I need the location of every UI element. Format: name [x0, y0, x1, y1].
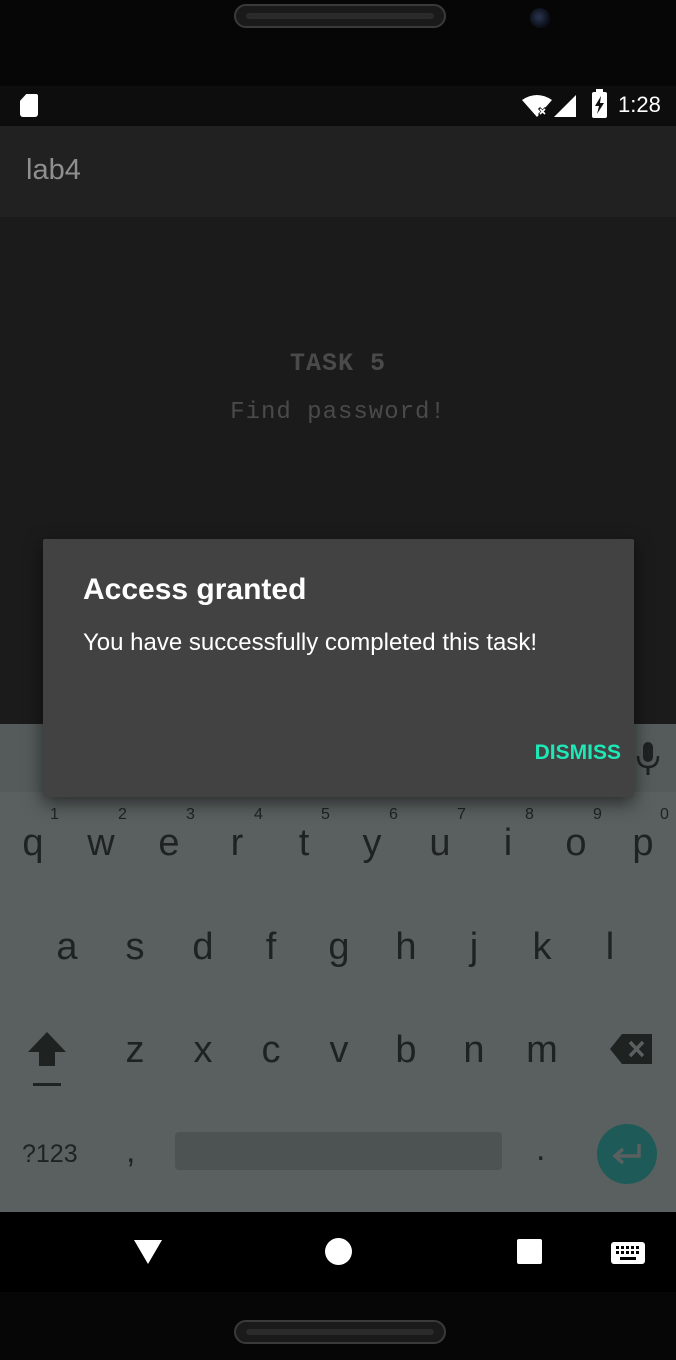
shift-indicator — [33, 1083, 61, 1086]
key-z[interactable]: z — [105, 1029, 165, 1072]
wifi-icon — [522, 95, 552, 117]
top-speaker — [234, 4, 446, 28]
key-y[interactable]: y — [342, 822, 402, 865]
key-f[interactable]: f — [241, 926, 301, 969]
symbols-key[interactable]: ?123 — [22, 1140, 78, 1169]
key-u[interactable]: u — [410, 822, 470, 865]
key-v[interactable]: v — [309, 1029, 369, 1072]
key-r[interactable]: r — [207, 822, 267, 865]
front-camera — [530, 8, 550, 28]
signal-icon — [554, 95, 576, 117]
battery-charging-icon — [592, 89, 607, 118]
key-hint-7: 7 — [457, 806, 466, 823]
keyboard-switch-icon[interactable] — [611, 1242, 645, 1264]
backspace-icon[interactable] — [610, 1034, 652, 1064]
key-q[interactable]: q — [3, 822, 63, 865]
enter-icon — [612, 1144, 641, 1165]
dismiss-button[interactable]: DISMISS — [491, 735, 621, 771]
key-hint-1: 1 — [50, 806, 59, 823]
key-hint-6: 6 — [389, 806, 398, 823]
microphone-icon[interactable] — [636, 742, 660, 776]
key-hint-4: 4 — [254, 806, 263, 823]
status-bar: 1:28 — [0, 86, 676, 126]
alert-dialog: Access granted You have successfully com… — [43, 539, 634, 797]
app-bar: lab4 — [0, 126, 676, 217]
key-m[interactable]: m — [512, 1029, 572, 1072]
key-j[interactable]: j — [444, 926, 504, 969]
screen: 1:28 lab4 TASK 5 Find password! q1w2e3r4… — [0, 86, 676, 1292]
key-g[interactable]: g — [309, 926, 369, 969]
task-subtitle: Find password! — [230, 399, 446, 426]
key-c[interactable]: c — [241, 1029, 301, 1072]
key-w[interactable]: w — [71, 822, 131, 865]
enter-key[interactable] — [597, 1124, 657, 1184]
key-n[interactable]: n — [444, 1029, 504, 1072]
spacebar[interactable] — [175, 1132, 502, 1170]
key-x[interactable]: x — [173, 1029, 233, 1072]
status-time: 1:28 — [618, 92, 661, 117]
key-e[interactable]: e — [139, 822, 199, 865]
key-hint-0: 0 — [660, 806, 669, 823]
key-b[interactable]: b — [376, 1029, 436, 1072]
dialog-title: Access granted — [83, 573, 307, 606]
navigation-bar — [0, 1212, 676, 1292]
key-hint-5: 5 — [321, 806, 330, 823]
key-hint-9: 9 — [593, 806, 602, 823]
task-title: TASK 5 — [289, 349, 386, 378]
bottom-speaker — [234, 1320, 446, 1344]
period-key[interactable]: . — [536, 1130, 545, 1169]
recents-icon[interactable] — [517, 1239, 542, 1264]
key-p[interactable]: p — [613, 822, 673, 865]
shift-icon[interactable] — [26, 1030, 68, 1070]
key-i[interactable]: i — [478, 822, 538, 865]
app-title: lab4 — [26, 154, 81, 186]
key-k[interactable]: k — [512, 926, 572, 969]
comma-key[interactable]: , — [126, 1132, 135, 1171]
home-icon[interactable] — [325, 1238, 352, 1265]
soft-keyboard: q1w2e3r4t5y6u7i8o9p0 asdfghjkl zxcvbnm ?12… — [0, 724, 676, 1212]
key-s[interactable]: s — [105, 926, 165, 969]
back-icon[interactable] — [134, 1240, 162, 1264]
key-a[interactable]: a — [37, 926, 97, 969]
dialog-message: You have successfully completed this tas… — [83, 629, 538, 656]
key-hint-2: 2 — [118, 806, 127, 823]
key-o[interactable]: o — [546, 822, 606, 865]
key-t[interactable]: t — [274, 822, 334, 865]
key-h[interactable]: h — [376, 926, 436, 969]
key-hint-3: 3 — [186, 806, 195, 823]
sd-card-icon — [20, 94, 38, 117]
key-l[interactable]: l — [580, 926, 640, 969]
key-hint-8: 8 — [525, 806, 534, 823]
key-d[interactable]: d — [173, 926, 233, 969]
phone-bezel: 1:28 lab4 TASK 5 Find password! q1w2e3r4… — [0, 0, 676, 1360]
